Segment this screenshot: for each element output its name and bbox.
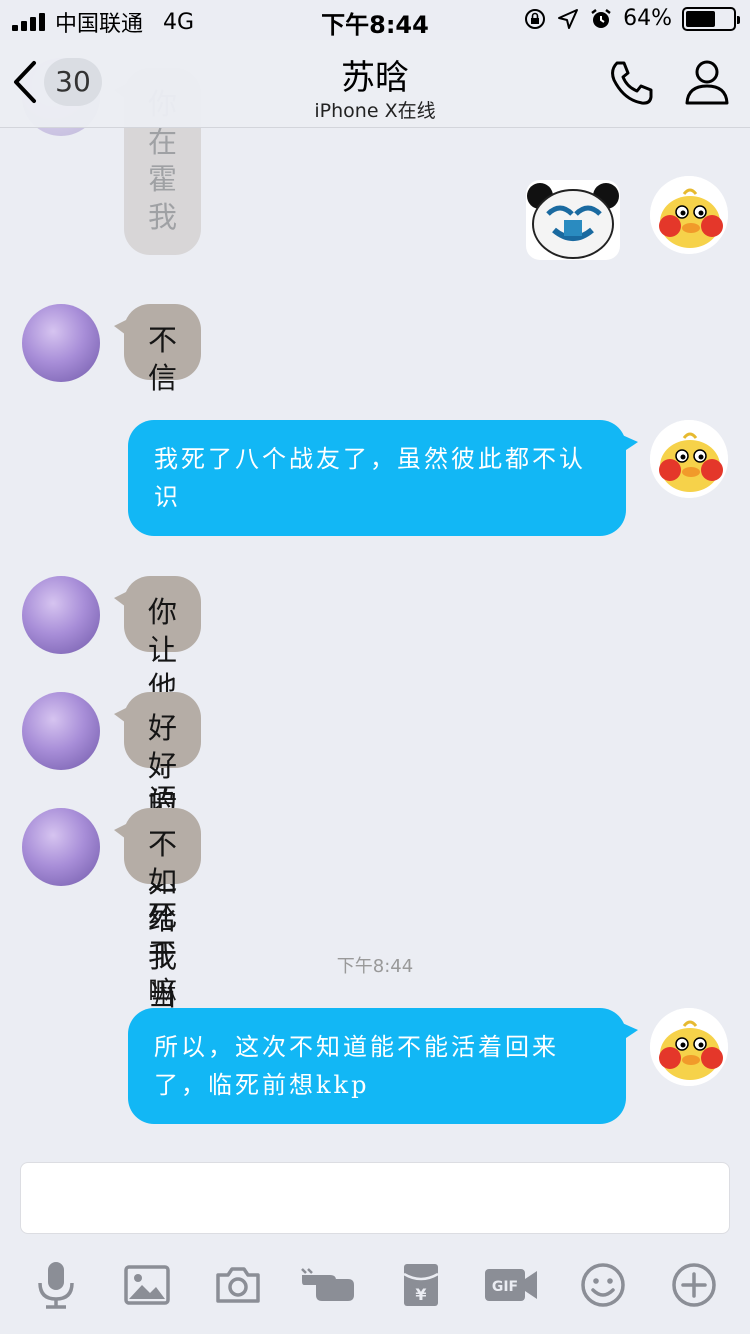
my-avatar[interactable] [650,176,728,254]
message-input[interactable] [20,1162,730,1234]
message-bubble[interactable]: 所以，这次不知道能不能活着回来了，临死前想kkp [128,1008,638,1124]
microphone-icon[interactable] [26,1255,86,1315]
message-bubble[interactable]: 你让他录个语音 [113,576,202,855]
my-avatar[interactable] [650,1008,728,1086]
profile-icon[interactable] [684,58,730,106]
message-timestamp: 下午8:44 [336,956,414,977]
status-bar: 中国联通 4G 下午8:44 64% [0,0,750,40]
rotation-lock-icon [525,8,546,29]
svg-text:¥: ¥ [415,1285,426,1304]
plus-icon[interactable] [664,1255,724,1315]
emoji-icon[interactable] [573,1255,633,1315]
gif-icon[interactable]: GIF [482,1255,542,1315]
location-icon [558,8,579,29]
battery-percent: 64% [623,6,672,31]
red-packet-icon[interactable]: ¥ [391,1255,451,1315]
message-bubble[interactable]: 我死了八个战友了，虽然彼此都不认识 [128,420,638,536]
phone-icon[interactable] [606,58,656,108]
battery-icon [682,6,740,31]
message-bubble[interactable]: 不信 [113,304,202,395]
svg-text:GIF: GIF [492,1279,518,1295]
contact-avatar[interactable] [22,692,100,770]
image-icon[interactable] [117,1255,177,1315]
poke-hand-icon[interactable] [299,1255,359,1315]
nav-bar: 30 苏晗 iPhone X在线 [0,40,750,128]
contact-avatar[interactable] [22,576,100,654]
input-area: ¥ GIF [0,1150,750,1334]
panda-face-sticker[interactable] [526,180,620,260]
input-toolbar: ¥ GIF [0,1250,750,1320]
camera-icon[interactable] [208,1255,268,1315]
contact-avatar[interactable] [22,808,100,886]
my-avatar[interactable] [650,420,728,498]
message-bubble[interactable]: 不如给我当后期 [113,808,202,1087]
message-bubble[interactable]: 好好的去送死干嘛 [113,692,202,1009]
alarm-icon [591,8,611,28]
chat-area[interactable]: 你在霍我 [0,40,750,1150]
contact-avatar[interactable] [22,304,100,382]
